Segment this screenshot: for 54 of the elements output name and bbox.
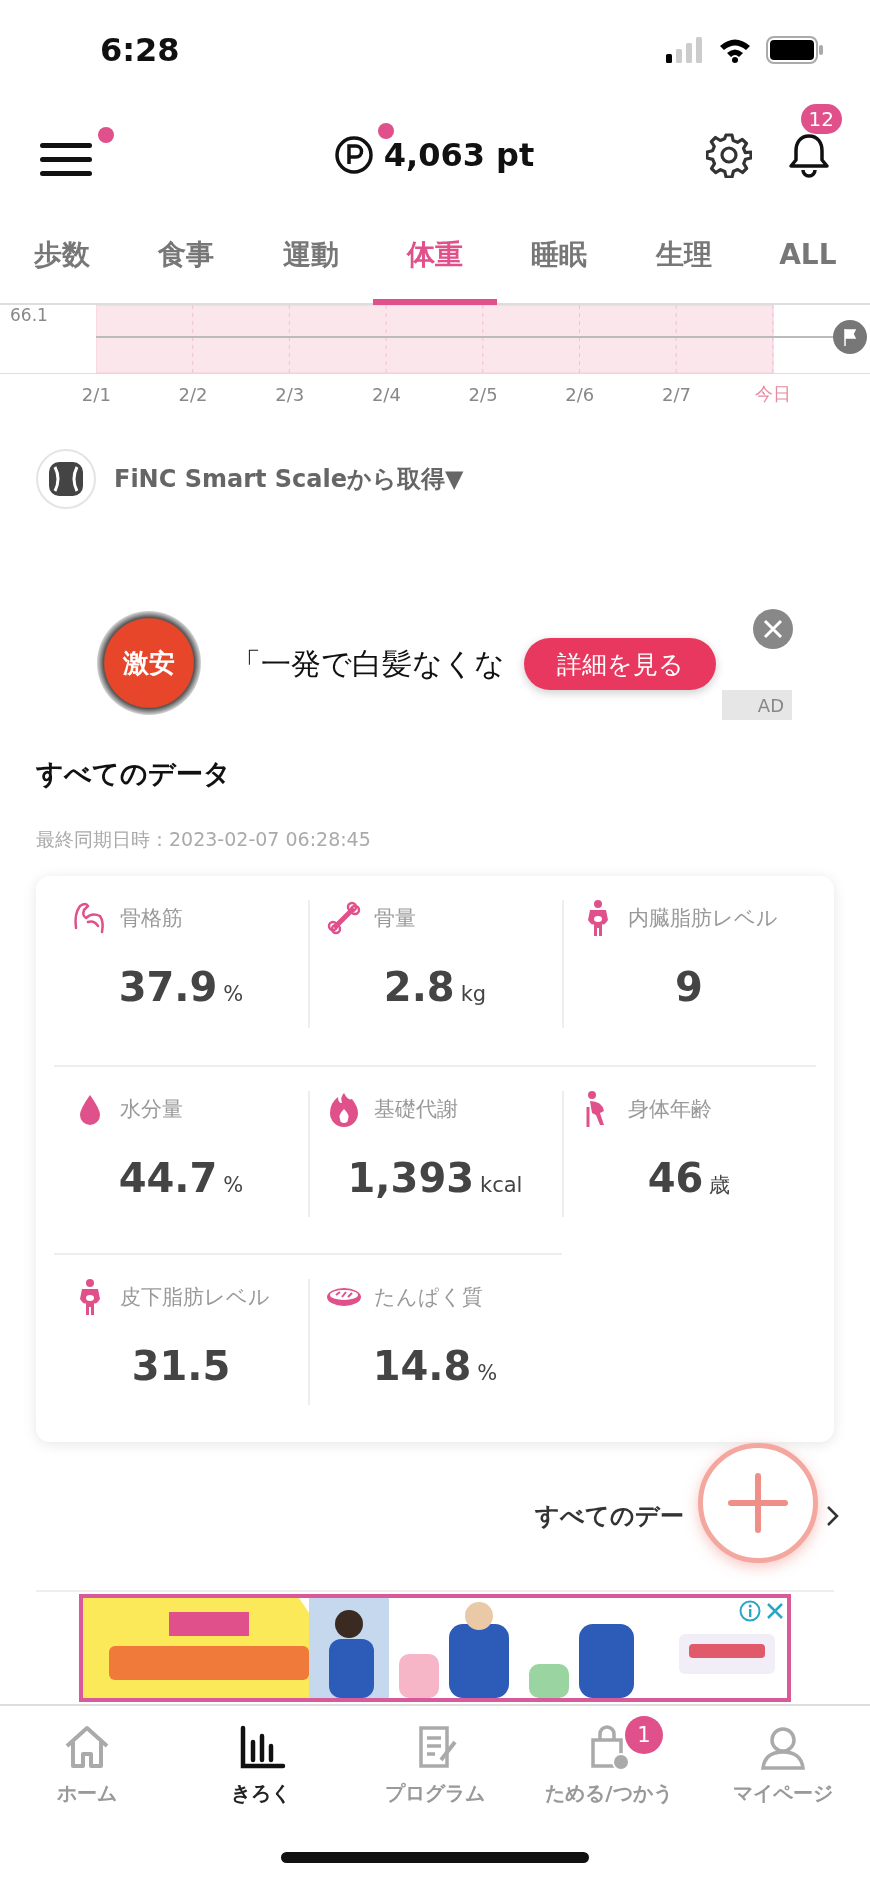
axis-label: 2/2 (177, 383, 209, 405)
metric-unit: % (223, 982, 244, 1006)
category-tab[interactable]: 食事 (124, 210, 249, 305)
details-button[interactable]: 詳細を見る (524, 638, 716, 690)
nav-tab[interactable]: プログラム (348, 1706, 522, 1836)
metric-label: 身体年齢 (628, 1095, 712, 1123)
metric-label: 骨格筋 (120, 905, 183, 932)
notification-badge: 1 (625, 1716, 663, 1754)
status-time: 6:28 (100, 31, 180, 69)
ad-label: AD (722, 690, 792, 720)
notification-badge: 12 (800, 104, 842, 134)
metric-value: 1,393 (347, 1154, 475, 1201)
all-data-link[interactable]: すべてのデー (535, 1500, 684, 1532)
metric-unit: % (223, 1172, 244, 1197)
data-source-selector[interactable]: FiNC Smart Scaleから取得▼ (114, 463, 464, 495)
nav-tab[interactable]: ためる/つかう 1 (522, 1706, 696, 1836)
metric-value: 9 (675, 964, 703, 1010)
metric-unit: 歳 (709, 1171, 731, 1199)
metric-label: 骨量 (374, 905, 416, 932)
category-tab[interactable]: 歩数 (0, 210, 125, 305)
metric-label: 水分量 (120, 1095, 183, 1123)
metric-label: 基礎代謝 (374, 1095, 458, 1123)
section-title: すべてのデータ (35, 757, 232, 791)
metric-value: 2.8 (383, 964, 455, 1010)
axis-label: 2/6 (564, 383, 596, 405)
metric-unit: % (477, 1361, 498, 1386)
axis-label: 2/3 (274, 383, 306, 405)
axis-label: 66.1 (9, 305, 49, 325)
category-tab[interactable]: 運動 (248, 210, 373, 305)
metric-value: 44.7 (118, 1154, 218, 1201)
category-tab[interactable]: 生理 (621, 210, 746, 305)
ad-text: 「一発で白髪なくな (231, 645, 505, 683)
ad-badge: 激安 (97, 611, 201, 715)
metric-label: 内臓脂肪レベル (628, 905, 778, 932)
nav-tab[interactable]: ホーム (0, 1706, 174, 1836)
metric-value: 31.5 (131, 1343, 231, 1390)
nav-tab[interactable]: きろく (174, 1706, 348, 1836)
axis-label: 今日 (754, 382, 793, 406)
nav-tab[interactable]: マイページ (696, 1706, 870, 1836)
axis-label: 2/4 (370, 383, 402, 405)
metric-value: 14.8 (372, 1343, 472, 1390)
axis-label: 2/1 (80, 383, 112, 405)
metric-value: 37.9 (118, 964, 218, 1010)
axis-label: 2/5 (467, 383, 499, 405)
metric-unit: kg (460, 982, 487, 1006)
category-tab[interactable]: 睡眠 (497, 210, 622, 305)
metric-value: 46 (647, 1154, 704, 1201)
metric-label: たんぱく質 (374, 1284, 483, 1312)
metric-label: 皮下脂肪レベル (120, 1284, 270, 1312)
metric-unit: kcal (480, 1172, 523, 1197)
axis-label: 2/7 (661, 383, 692, 405)
points-balance[interactable]: 4,063 pt (383, 136, 535, 174)
category-tab[interactable]: ALL (745, 210, 870, 305)
sync-timestamp: 最終同期日時：2023-02-07 06:28:45 (35, 827, 372, 852)
